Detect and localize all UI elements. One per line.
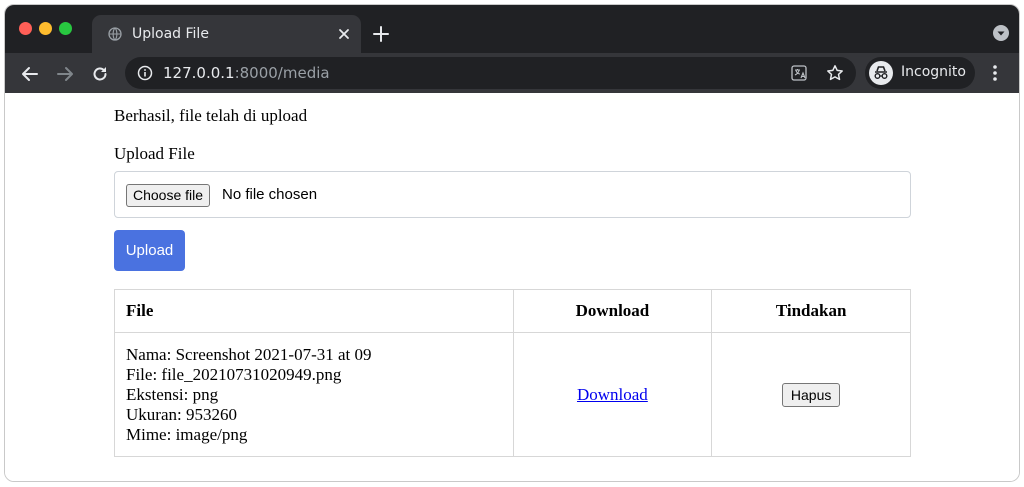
kebab-menu-icon[interactable] [987,64,1003,82]
close-icon[interactable] [337,27,351,41]
forward-icon[interactable] [56,65,74,83]
url-text[interactable]: 127.0.0.1:8000/media [163,64,330,82]
browser-toolbar: 127.0.0.1:8000/media Incognito [5,53,1019,93]
files-table: File Download Tindakan Nama: Screenshot … [114,289,911,457]
back-icon[interactable] [21,65,39,83]
incognito-label: Incognito [901,64,966,80]
star-icon[interactable] [826,64,844,82]
reload-icon[interactable] [91,65,109,83]
address-bar[interactable]: 127.0.0.1:8000/media [125,57,856,89]
incognito-icon [869,61,893,85]
upload-file-label: Upload File [114,144,195,163]
table-row: Nama: Screenshot 2021-07-31 at 09 File: … [114,332,911,457]
url-path: :8000/media [234,64,330,82]
column-header-tindakan: Tindakan [711,289,911,333]
success-message: Berhasil, file telah di upload [114,106,308,125]
file-mime: Mime: image/png [126,424,248,444]
info-icon[interactable] [137,65,153,81]
tab-bar: Upload File [5,5,1019,53]
tab-search-icon[interactable] [993,25,1009,41]
minimize-window-button[interactable] [39,22,52,35]
column-header-download: Download [512,289,713,333]
upload-button[interactable]: Upload [114,230,185,271]
column-header-file: File [114,289,514,333]
globe-icon [108,27,122,41]
choose-file-button[interactable]: Choose file [126,184,211,207]
file-input-container: Choose file No file chosen [114,171,911,218]
page-content: Berhasil, file telah di upload Upload Fi… [5,93,1019,481]
table-header-row: File Download Tindakan [114,289,911,333]
browser-window: Upload File 127.0.0.1:8000/media Incogni… [4,4,1020,482]
file-nama: Nama: Screenshot 2021-07-31 at 09 [126,344,372,364]
plus-icon[interactable] [373,26,389,42]
tab-title: Upload File [132,26,209,42]
file-ukuran: Ukuran: 953260 [126,404,237,424]
download-cell: Download [512,332,713,457]
file-ekstensi: Ekstensi: png [126,384,219,404]
url-host: 127.0.0.1 [163,64,235,82]
action-cell: Hapus [711,332,911,457]
file-info-cell: Nama: Screenshot 2021-07-31 at 09 File: … [114,332,514,457]
maximize-window-button[interactable] [59,22,72,35]
file-status-text: No file chosen [222,186,318,203]
download-link[interactable]: Download [577,385,648,404]
translate-icon[interactable] [791,65,807,81]
file-name: File: file_20210731020949.png [126,364,342,384]
close-window-button[interactable] [19,22,32,35]
incognito-profile-button[interactable]: Incognito [865,57,975,89]
hapus-button[interactable]: Hapus [781,382,841,407]
tab-upload-file[interactable]: Upload File [92,15,361,53]
